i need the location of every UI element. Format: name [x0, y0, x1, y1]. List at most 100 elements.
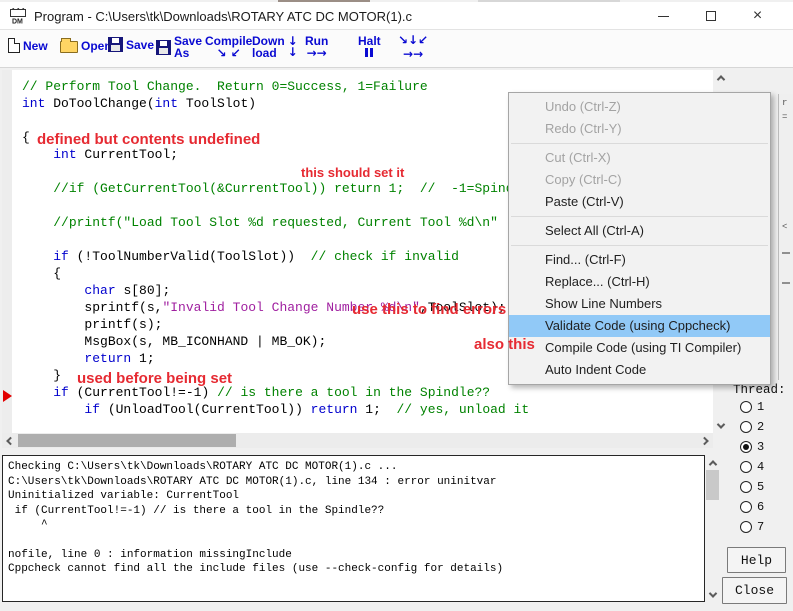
output-console: Checking C:\Users\tk\Downloads\ROTARY AT…: [2, 455, 705, 602]
svg-text:DM: DM: [12, 19, 23, 26]
run-button[interactable]: Run →→: [305, 35, 328, 59]
scroll-up-button[interactable]: [706, 456, 719, 469]
menu-item-auto-indent-code[interactable]: Auto Indent Code: [509, 359, 770, 381]
thread-option-3[interactable]: 3: [740, 437, 764, 457]
save-button[interactable]: Save: [108, 37, 154, 52]
radio-icon[interactable]: [740, 501, 752, 513]
radio-icon[interactable]: [740, 521, 752, 533]
annotation-should-set-it: this should set it: [301, 165, 404, 180]
code-token: (CurrentTool!=-1): [69, 385, 217, 400]
thread-option-label: 2: [757, 420, 764, 434]
menu-item-compile-code-using-ti-compiler[interactable]: Compile Code (using TI Compiler): [509, 337, 770, 359]
code-token: [22, 249, 53, 264]
thread-radio-group: 1 2 3 4 56 7: [740, 397, 764, 537]
thread-option-6[interactable]: 6: [740, 497, 764, 517]
thread-option-7[interactable]: 7: [740, 517, 764, 537]
menu-item-find-ctrl-f[interactable]: Find... (Ctrl-F): [509, 249, 770, 271]
open-button[interactable]: Open: [60, 38, 112, 53]
maximize-icon: [706, 11, 716, 21]
code-token: ToolSlot): [178, 96, 256, 111]
scroll-down-button[interactable]: [706, 588, 719, 601]
scrollbar-thumb[interactable]: [706, 470, 719, 500]
code-line: int CurrentTool;: [22, 146, 576, 163]
window-title: Program - C:\Users\tk\Downloads\ROTARY A…: [34, 9, 412, 24]
menu-separator: [511, 216, 768, 217]
thread-option-label: 4: [757, 460, 764, 474]
new-label: New: [23, 39, 48, 53]
close-window-button[interactable]: ×: [734, 2, 781, 30]
scroll-down-button[interactable]: [713, 418, 728, 433]
chevron-up-icon: [708, 460, 716, 468]
annotation-use-this: use this to find errors: [352, 301, 506, 318]
menu-item-validate-code-using-cppcheck[interactable]: Validate Code (using Cppcheck): [509, 315, 770, 337]
chevron-down-icon: [708, 589, 716, 597]
menu-item-copy-ctrl-c[interactable]: Copy (Ctrl-C): [509, 169, 770, 191]
save-as-button[interactable]: Save As: [156, 35, 202, 59]
code-token: // Perform Tool Change. Return 0=Success…: [22, 79, 428, 94]
download-button[interactable]: Down load ↓ ↓: [252, 35, 298, 59]
new-button[interactable]: New: [8, 38, 48, 53]
code-line: char s[80];: [22, 282, 576, 299]
code-line: [22, 231, 576, 248]
thread-option-5[interactable]: 5: [740, 477, 764, 497]
minimize-button[interactable]: [640, 2, 687, 30]
toolbar: New Open Save Save As Compile ↘ ↙ Down: [0, 30, 793, 68]
code-token: return: [311, 402, 358, 417]
menu-item-show-line-numbers[interactable]: Show Line Numbers: [509, 293, 770, 315]
thread-option-label: 3: [757, 440, 764, 454]
pause-bars-icon: [365, 48, 373, 57]
maximize-button[interactable]: [687, 2, 734, 30]
help-button[interactable]: Help: [727, 547, 786, 573]
code-token: //if (GetCurrentTool(&CurrentTool)) retu…: [53, 181, 576, 196]
thread-option-1[interactable]: 1: [740, 397, 764, 417]
code-token: char: [84, 283, 115, 298]
menu-item-cut-ctrl-x[interactable]: Cut (Ctrl-X): [509, 147, 770, 169]
code-token: [22, 215, 53, 230]
radio-icon[interactable]: [740, 481, 752, 493]
editor-horizontal-scrollbar[interactable]: [2, 433, 713, 448]
menu-item-paste-ctrl-v[interactable]: Paste (Ctrl-V): [509, 191, 770, 213]
close-icon: ×: [753, 8, 762, 24]
radio-icon[interactable]: [740, 401, 752, 413]
compile-button[interactable]: Compile ↘ ↙: [205, 35, 252, 59]
save-label: Save: [126, 38, 154, 52]
cdr-arrows-bottom-icon: →→: [403, 47, 423, 61]
chevron-down-icon: [716, 420, 724, 428]
scroll-up-button[interactable]: [713, 70, 728, 85]
code-token: if: [84, 402, 100, 417]
title-bar[interactable]: DM Program - C:\Users\tk\Downloads\ROTAR…: [0, 2, 793, 30]
background-window-fragment: r = <: [778, 94, 793, 380]
menu-item-redo-ctrl-y[interactable]: Redo (Ctrl-Y): [509, 118, 770, 140]
compile-arrows-icon: ↘ ↙: [217, 47, 241, 59]
scrollbar-thumb[interactable]: [18, 434, 236, 447]
compile-download-run-button[interactable]: ↘↓↙ →→: [398, 33, 428, 61]
thread-option-2[interactable]: 2: [740, 417, 764, 437]
halt-button[interactable]: Halt: [358, 35, 381, 57]
code-token: [22, 181, 53, 196]
radio-selected-icon[interactable]: [740, 441, 752, 453]
code-token: int: [53, 147, 76, 162]
download-arrow-icon-2: ↓: [288, 47, 298, 58]
menu-separator: [511, 143, 768, 144]
scroll-left-button[interactable]: [2, 433, 16, 448]
new-file-icon: [8, 38, 20, 53]
close-button[interactable]: Close: [722, 577, 787, 604]
code-line: if (UnloadTool(CurrentTool)) return 1; /…: [22, 401, 576, 418]
thread-option-4[interactable]: 4: [740, 457, 764, 477]
editor-selection-margin: [2, 70, 12, 433]
menu-item-select-all-ctrl-a[interactable]: Select All (Ctrl-A): [509, 220, 770, 242]
radio-icon[interactable]: [740, 421, 752, 433]
editor-context-menu: Undo (Ctrl-Z)Redo (Ctrl-Y)Cut (Ctrl-X)Co…: [508, 92, 771, 385]
radio-icon[interactable]: [740, 461, 752, 473]
menu-item-replace-ctrl-h[interactable]: Replace... (Ctrl-H): [509, 271, 770, 293]
menu-item-undo-ctrl-z[interactable]: Undo (Ctrl-Z): [509, 96, 770, 118]
console-vertical-scrollbar[interactable]: [705, 455, 720, 602]
chevron-right-icon: [700, 436, 708, 444]
code-line: //printf("Load Tool Slot %d requested, C…: [22, 214, 576, 231]
code-token: 1;: [131, 351, 154, 366]
code-token: // check if invalid: [311, 249, 459, 264]
thread-option-label: 7: [757, 520, 764, 534]
code-token: MsgBox(s, MB_ICONHAND | MB_OK);: [22, 334, 326, 349]
error-line-marker-icon: [3, 390, 12, 402]
scroll-right-button[interactable]: [699, 433, 713, 448]
